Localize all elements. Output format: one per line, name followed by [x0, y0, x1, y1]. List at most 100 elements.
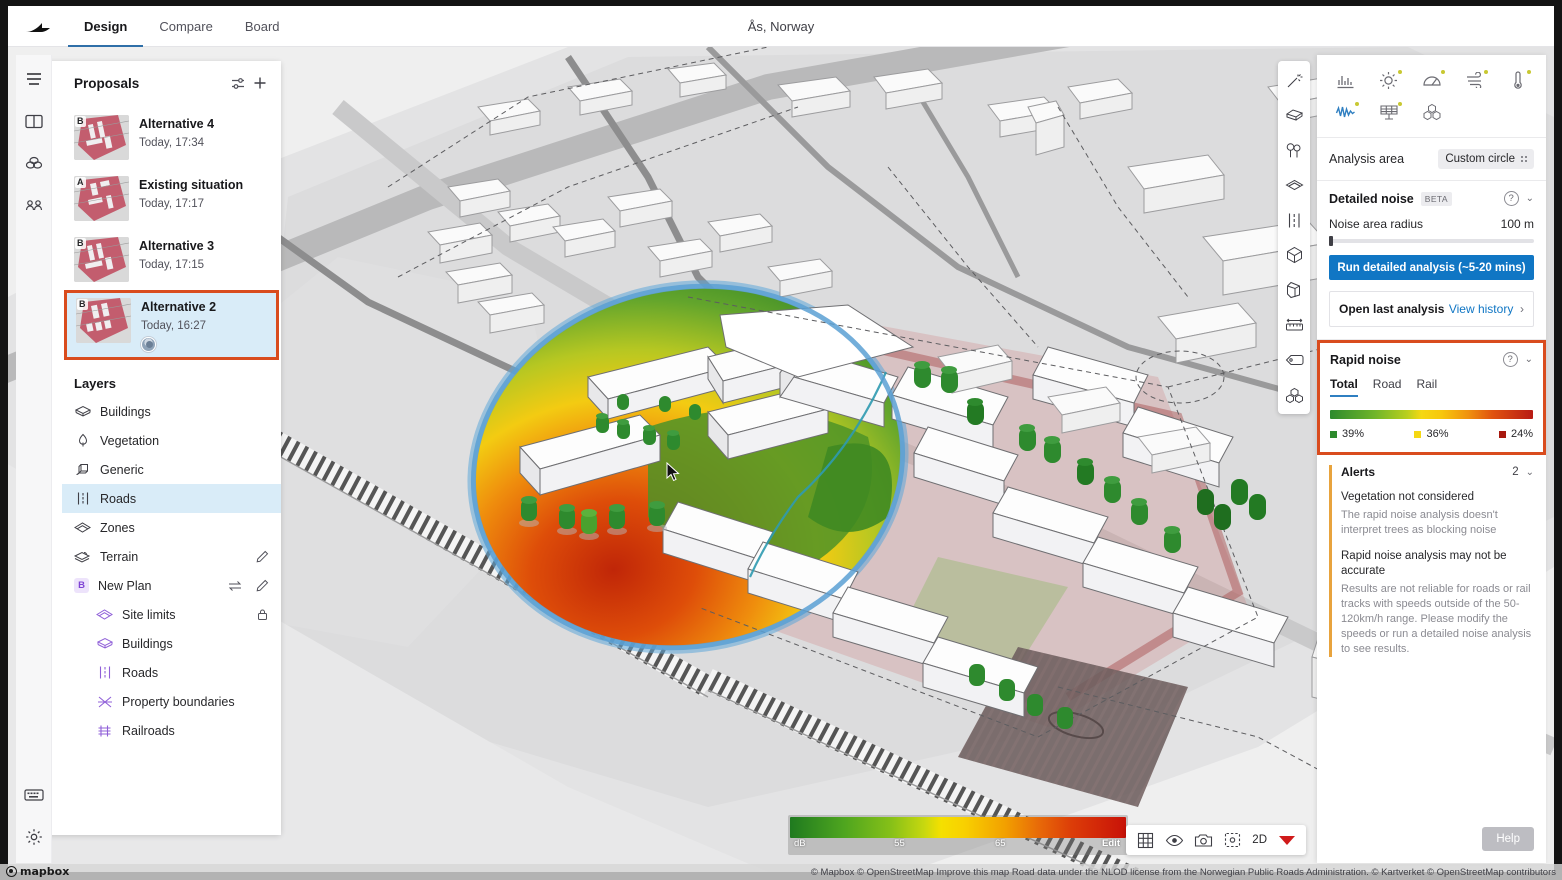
slider-knob[interactable]: [1329, 236, 1333, 246]
gear-icon[interactable]: [20, 823, 48, 851]
building-block-icon[interactable]: [1281, 102, 1307, 128]
keyboard-icon[interactable]: [20, 781, 48, 809]
analysis-area-selector[interactable]: Custom circle: [1438, 149, 1534, 169]
chevron-down-icon[interactable]: ⌄: [1525, 354, 1533, 365]
hamburger-menu-icon[interactable]: [20, 65, 48, 93]
sun-icon[interactable]: [1368, 65, 1409, 95]
help-circle-icon[interactable]: ?: [1503, 191, 1519, 206]
help-button[interactable]: Help: [1482, 827, 1534, 851]
trees-icon[interactable]: [1281, 137, 1307, 163]
proposal-card-existing-situation[interactable]: A Existing situation Today, 17:17: [62, 168, 281, 229]
magic-wand-icon[interactable]: [1281, 67, 1307, 93]
cubes-icon[interactable]: [1281, 382, 1307, 408]
buildings-icon: [74, 403, 91, 420]
road-icon[interactable]: [1281, 207, 1307, 233]
layer-row-terrain[interactable]: Terrain: [62, 542, 281, 571]
app-root: Design Compare Board Ås, Norway Proposal…: [0, 0, 1562, 880]
help-circle-icon[interactable]: ?: [1502, 352, 1518, 367]
grid-icon[interactable]: [1132, 829, 1159, 851]
chevron-down-icon[interactable]: ⌄: [1526, 467, 1534, 478]
solar-panel-icon[interactable]: [1368, 97, 1409, 127]
zone-plane-icon[interactable]: [1281, 172, 1307, 198]
legend-edit-button[interactable]: Edit: [1102, 838, 1120, 849]
generic-icon: [74, 461, 91, 478]
detailed-noise-title: Detailed noise: [1329, 191, 1414, 206]
layer-row-site-limits[interactable]: Site limits: [62, 600, 281, 629]
lock-icon[interactable]: [253, 606, 271, 624]
daylight-dome-icon[interactable]: [1411, 65, 1452, 95]
noise-wave-icon[interactable]: [1325, 97, 1366, 127]
alert-item: Vegetation not considered The rapid nois…: [1341, 490, 1546, 538]
sliders-filter-icon[interactable]: [227, 72, 249, 94]
view-mode-toggle[interactable]: 2D: [1248, 834, 1271, 846]
noise-legend-gradient: [790, 817, 1126, 838]
proposal-time: Today, 16:27: [141, 320, 207, 332]
rapid-noise-tabs: Total Road Rail: [1330, 377, 1533, 397]
layers-stack-icon[interactable]: [20, 149, 48, 177]
chevron-down-icon[interactable]: ⌄: [1526, 193, 1534, 204]
swap-icon[interactable]: [226, 577, 244, 595]
app-logo[interactable]: [8, 6, 68, 46]
layer-row-generic[interactable]: Generic: [62, 455, 281, 484]
layer-row-zones[interactable]: Zones: [62, 513, 281, 542]
layer-row-plan-roads[interactable]: Roads: [62, 658, 281, 687]
proposal-name: Alternative 3: [139, 239, 215, 253]
drag-handle-icon: [1521, 156, 1527, 162]
analysis-icon-row: [1317, 55, 1546, 138]
tab-rail[interactable]: Rail: [1416, 377, 1437, 397]
tab-total[interactable]: Total: [1330, 377, 1358, 397]
pencil-icon[interactable]: [253, 577, 271, 595]
tag-icon[interactable]: [1281, 347, 1307, 373]
bar-chart-icon[interactable]: [1325, 65, 1366, 95]
alerts-header: Alerts 2 ⌄: [1341, 465, 1546, 479]
proposal-card-alternative-3[interactable]: B Alternative 3 Today, 17:15: [62, 229, 281, 290]
last-analysis-text: Open last analysis View history: [1339, 300, 1520, 318]
camera-icon[interactable]: [1190, 829, 1217, 851]
open-last-analysis-row[interactable]: Open last analysis View history ›: [1329, 291, 1534, 327]
left-icon-rail: [16, 55, 52, 863]
eye-icon[interactable]: [1161, 829, 1188, 851]
wind-icon[interactable]: [1454, 65, 1495, 95]
thermometer-icon[interactable]: [1497, 65, 1538, 95]
zones-icon: [96, 606, 113, 623]
people-icon[interactable]: [20, 191, 48, 219]
tab-design[interactable]: Design: [68, 7, 144, 47]
panel-split-icon[interactable]: [20, 107, 48, 135]
mapbox-logo[interactable]: mapbox: [6, 865, 69, 878]
status-dot: [1441, 70, 1445, 74]
cube-icon[interactable]: [1281, 242, 1307, 268]
map-tools-toolbar: [1278, 61, 1310, 414]
mapbox-wordmark: mapbox: [20, 865, 70, 878]
proposal-card-alternative-4[interactable]: B Alternative 4 Today, 17:34: [62, 107, 281, 168]
chevron-right-icon: ›: [1520, 302, 1524, 316]
layer-row-roads[interactable]: Roads: [62, 484, 281, 513]
noise-radius-slider[interactable]: [1329, 236, 1534, 246]
layer-row-new-plan[interactable]: B New Plan: [62, 571, 281, 600]
compass-icon[interactable]: [1273, 829, 1300, 851]
tab-compare[interactable]: Compare: [143, 7, 228, 47]
beta-badge: BETA: [1420, 191, 1452, 206]
plan-badge-b: B: [74, 578, 89, 593]
layer-row-railroads[interactable]: Railroads: [62, 716, 281, 745]
mass-cubes-icon[interactable]: [1411, 97, 1452, 127]
plus-icon[interactable]: [249, 72, 271, 94]
layer-label: New Plan: [98, 578, 152, 593]
measure-icon[interactable]: [1281, 312, 1307, 338]
layer-row-vegetation[interactable]: Vegetation: [62, 426, 281, 455]
view-history-link[interactable]: View history: [1449, 302, 1513, 316]
proposal-thumbnail: B: [74, 115, 129, 160]
layer-label: Buildings: [122, 636, 173, 651]
proposal-list: B Alternative 4 Today, 17:34 A Existing …: [62, 105, 281, 366]
layer-row-plan-buildings[interactable]: Buildings: [62, 629, 281, 658]
proposal-card-alternative-2[interactable]: B Alternative 2 Today, 16:27: [64, 290, 279, 360]
tab-board[interactable]: Board: [229, 7, 296, 47]
pencil-icon[interactable]: [253, 548, 271, 566]
focus-icon[interactable]: [1219, 829, 1246, 851]
tab-road[interactable]: Road: [1373, 377, 1402, 397]
layer-row-buildings[interactable]: Buildings: [62, 397, 281, 426]
solid-shape-icon[interactable]: [1281, 277, 1307, 303]
run-detailed-analysis-button[interactable]: Run detailed analysis (~5-20 mins): [1329, 255, 1534, 280]
layer-row-property-boundaries[interactable]: Property boundaries: [62, 687, 281, 716]
roads-icon: [74, 490, 91, 507]
avatar[interactable]: [141, 337, 156, 352]
